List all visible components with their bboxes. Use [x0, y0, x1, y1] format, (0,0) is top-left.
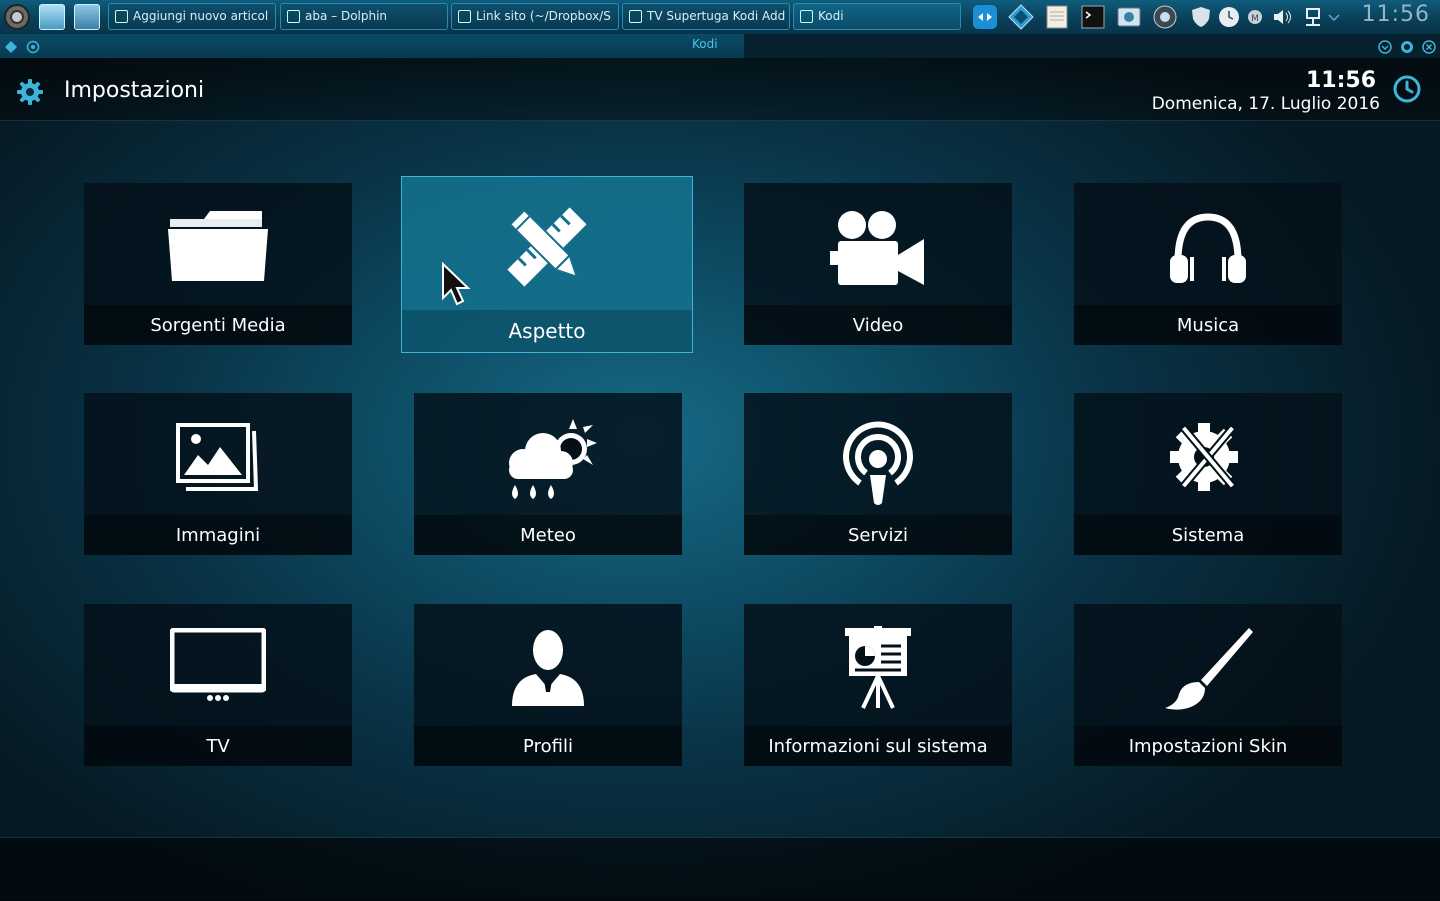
scissors-icon: [458, 10, 471, 23]
podcast-icon: [838, 419, 918, 513]
maximize-icon[interactable]: [1400, 39, 1414, 53]
folder-icon: [166, 205, 270, 289]
kodi-tray-icon[interactable]: [1008, 4, 1034, 30]
task-dolphin[interactable]: aba – Dolphin: [280, 3, 448, 30]
tile-meteo[interactable]: Meteo: [414, 393, 682, 555]
shield-icon[interactable]: [1188, 4, 1214, 30]
kodi-header: Impostazioni 11:56 Domenica, 17. Luglio …: [0, 58, 1440, 121]
camera-icon[interactable]: [1152, 4, 1178, 30]
window-menu-icon[interactable]: [4, 39, 18, 53]
header-time: 11:56: [1305, 68, 1376, 93]
volume-icon[interactable]: [1270, 4, 1296, 30]
tile-label: Sistema: [1171, 525, 1245, 546]
minimize-icon[interactable]: [1378, 39, 1392, 54]
page-title: Impostazioni: [64, 78, 205, 103]
tile-label: TV: [206, 736, 230, 757]
browser-icon: [115, 10, 128, 23]
launcher-dolphin-icon[interactable]: [72, 2, 102, 32]
svg-text:M: M: [1251, 14, 1259, 24]
header-date: Domenica, 17. Luglio 2016: [1151, 94, 1380, 114]
task-editor[interactable]: Link sito (~/Dropbox/S: [451, 3, 619, 30]
taskbar-clock[interactable]: 11:56: [1362, 2, 1430, 27]
tile-sorgenti-media[interactable]: Sorgenti Media: [84, 183, 352, 345]
tile-label: Profili: [523, 736, 573, 757]
tile-sistema[interactable]: Sistema: [1074, 393, 1342, 555]
presentation-icon: [843, 626, 913, 714]
tile-profili[interactable]: Profili: [414, 604, 682, 766]
video-camera-icon: [830, 209, 926, 291]
tile-label: Informazioni sul sistema: [768, 736, 988, 757]
task-label: aba – Dolphin: [305, 9, 388, 23]
kodi-settings-screen: Impostazioni 11:56 Domenica, 17. Luglio …: [0, 58, 1440, 901]
task-browser-2[interactable]: TV Supertuga Kodi Add: [622, 3, 790, 30]
screenshot-icon[interactable]: [1116, 4, 1142, 30]
gear-tools-icon: [1168, 415, 1248, 503]
tile-tv[interactable]: TV: [84, 604, 352, 766]
notes-icon[interactable]: [1044, 4, 1070, 30]
tile-label: Aspetto: [508, 319, 586, 343]
tile-video[interactable]: Video: [744, 183, 1012, 345]
tile-servizi[interactable]: Servizi: [744, 393, 1012, 555]
launcher-editor-icon[interactable]: [37, 2, 67, 32]
tile-label: Sorgenti Media: [150, 315, 286, 336]
browser-icon: [629, 10, 642, 23]
tile-label: Video: [852, 315, 904, 336]
paintbrush-icon: [1163, 626, 1253, 716]
pencil-ruler-icon: [501, 201, 593, 297]
kodi-footer: [0, 837, 1440, 901]
tile-label: Impostazioni Skin: [1128, 736, 1288, 757]
user-icon: [508, 628, 588, 712]
clock-tray-icon[interactable]: [1216, 4, 1242, 30]
task-browser[interactable]: Aggiungi nuovo articol: [108, 3, 276, 30]
tile-musica[interactable]: Musica: [1074, 183, 1342, 345]
kodi-icon: [800, 10, 813, 23]
pictures-icon: [176, 423, 260, 497]
clock-icon: [1392, 74, 1422, 104]
titlebar-active-area: [0, 34, 744, 58]
tile-label: Servizi: [847, 525, 908, 546]
tile-immagini[interactable]: Immagini: [84, 393, 352, 555]
weather-icon: [493, 415, 603, 509]
settings-gear-icon: [16, 78, 44, 106]
folder-icon: [287, 10, 300, 23]
task-kodi[interactable]: Kodi: [793, 3, 961, 30]
task-label: TV Supertuga Kodi Add: [647, 9, 786, 23]
mouse-cursor-icon: [441, 261, 471, 308]
tile-impostazioni-skin[interactable]: Impostazioni Skin: [1074, 604, 1342, 766]
tv-icon: [169, 627, 267, 712]
task-label: Link sito (~/Dropbox/S: [476, 9, 611, 23]
mail-icon[interactable]: M: [1244, 4, 1270, 30]
task-label: Aggiungi nuovo articol: [133, 9, 269, 23]
headphones-icon: [1168, 211, 1248, 289]
system-taskbar: Aggiungi nuovo articol aba – Dolphin Lin…: [0, 0, 1440, 35]
terminal-icon[interactable]: [1080, 4, 1106, 30]
tile-informazioni-sistema[interactable]: Informazioni sul sistema: [744, 604, 1012, 766]
app-menu-icon[interactable]: [2, 2, 32, 32]
window-titlebar[interactable]: Kodi: [0, 34, 1440, 58]
teamviewer-icon[interactable]: [972, 4, 998, 30]
pin-icon[interactable]: [26, 39, 40, 54]
tile-label: Musica: [1176, 315, 1240, 336]
tile-label: Immagini: [175, 525, 261, 546]
tile-label: Meteo: [520, 525, 576, 546]
network-icon[interactable]: [1300, 4, 1326, 30]
close-icon[interactable]: [1422, 39, 1436, 54]
task-label: Kodi: [818, 9, 844, 23]
window-title: Kodi: [692, 37, 718, 51]
tray-expand-icon[interactable]: [1326, 4, 1342, 30]
